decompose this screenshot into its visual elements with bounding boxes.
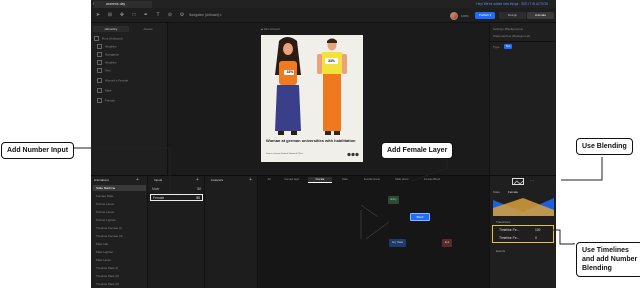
graph-node-any-state[interactable]: Any State — [389, 239, 406, 247]
animation-item[interactable]: Timeline Male (II) — [93, 281, 146, 287]
inspector-panel: Settings (Background) Statemachine (Back… — [489, 23, 556, 175]
callout-use-blending: Use Blending — [576, 138, 633, 155]
animation-item[interactable]: Timeline Male (II) — [93, 273, 146, 279]
state-machine-graph[interactable]: All Female layer Female Male Female Hove… — [258, 176, 489, 288]
listeners-header: Listeners — [211, 178, 224, 182]
blend-inspector-panel: ⋯ State Female Transitions Timeline Fe..… — [489, 176, 556, 288]
animation-item[interactable]: Pointer Lighten — [93, 217, 146, 223]
inputs-panel: Inputs + Male 50 Female 50 — [148, 176, 205, 288]
input-name: Female — [153, 196, 165, 200]
inputs-header: Inputs — [154, 178, 163, 182]
state-value[interactable]: Female — [508, 190, 518, 194]
transitions-label: Transitions — [496, 220, 511, 224]
callout-add-number-input: Add Number Input — [1, 142, 75, 159]
move-tool-icon[interactable]: ✥ — [119, 12, 125, 18]
animation-item[interactable]: Timeline Male (I) — [93, 265, 146, 271]
zoom-level[interactable]: 100% — [461, 14, 469, 18]
add-input-icon[interactable]: + — [196, 177, 199, 183]
hierarchy-panel: Hierarchy Assets Root (Artboard) Headlin… — [91, 23, 168, 175]
select-tool-icon[interactable]: ➤ — [95, 12, 101, 18]
add-animation-icon[interactable]: + — [136, 177, 139, 183]
tree-item[interactable]: Women's Female — [97, 78, 128, 83]
animations-panel: Animations + State Machine Female Male P… — [91, 176, 148, 288]
animation-item[interactable]: Male Hover — [93, 257, 146, 263]
animation-item[interactable]: Male Lighten — [93, 249, 146, 255]
timeline-row[interactable]: Timeline Fe... 0 — [495, 235, 553, 241]
animation-item[interactable]: Timeline Female (I) — [93, 225, 146, 231]
bone-tool-icon[interactable]: ⊘ — [167, 12, 173, 18]
tree-item[interactable]: Headline — [97, 44, 117, 49]
artboard-selector[interactable]: Navigation (Artboard) ▾ — [189, 13, 222, 17]
frame-tool-icon[interactable]: ⊞ — [107, 12, 113, 18]
divider — [490, 41, 556, 42]
listeners-panel: Listeners + — [205, 176, 258, 288]
blend-curve — [493, 198, 554, 216]
pen-tool-icon[interactable]: ✒ — [143, 12, 149, 18]
graph-node-exit[interactable]: Exit — [442, 239, 452, 247]
timeline-name: Timeline Fe... — [499, 228, 520, 232]
input-row[interactable]: Male 50 — [150, 186, 203, 192]
graph-edges — [360, 204, 390, 240]
artboard[interactable]: 33% 33% Woman at german universities wit… — [261, 35, 363, 162]
callout-add-female-layer: Add Female Layer — [381, 142, 454, 159]
timeline-name: Timeline Fe... — [499, 236, 520, 240]
type-badge[interactable]: Text — [504, 44, 512, 49]
animations-header: Animations — [94, 178, 109, 182]
inspector-row[interactable]: Type — [493, 45, 500, 49]
timeline-value[interactable]: 0 — [535, 236, 537, 240]
tab-animate[interactable]: Animate — [527, 12, 554, 19]
events-label: Events — [496, 249, 506, 253]
add-listener-icon[interactable]: + — [249, 177, 252, 183]
tab-design[interactable]: Design — [499, 12, 526, 19]
animation-item[interactable]: Pointer Hover — [93, 209, 146, 215]
callout-use-timelines: Use Timelines and add Number Blending — [576, 242, 640, 277]
tree-item[interactable]: Female — [97, 98, 115, 103]
state-label: State — [493, 190, 501, 194]
input-value[interactable]: 50 — [196, 196, 200, 200]
artboard-credit: Source: German Federal Statistical Offic… — [266, 153, 303, 155]
tree-item[interactable]: Navigation — [97, 52, 119, 57]
tree-item[interactable]: Headline — [97, 60, 117, 65]
inspector-row[interactable]: Settings (Background) — [493, 27, 523, 31]
animation-item[interactable]: Pointer Hover — [93, 201, 146, 207]
tab-assets[interactable]: Assets — [130, 26, 166, 32]
title-bar: ≡ womens day Hey! We've added new things… — [91, 0, 556, 8]
bottom-dock: Animations + State Machine Female Male P… — [91, 175, 556, 288]
tree-item[interactable]: Male — [97, 88, 112, 93]
tab-hierarchy[interactable]: Hierarchy — [93, 26, 129, 32]
text-tool-icon[interactable]: T — [155, 12, 161, 18]
input-name: Male — [152, 187, 160, 191]
settings-icon[interactable]: ⚙ — [179, 12, 185, 18]
timeline-value[interactable]: 100 — [535, 228, 541, 232]
blend-toggle-icon[interactable] — [512, 178, 524, 185]
avatar[interactable] — [450, 12, 458, 20]
toolbar: ➤ ⊞ ✥ □ ✒ T ⊘ ⚙ Navigation (Artboard) ▾ … — [91, 8, 556, 23]
document-tab[interactable]: womens day — [94, 1, 152, 8]
more-icon[interactable]: ⋯ — [530, 178, 534, 183]
publish-button[interactable]: Publish ▾ — [475, 12, 495, 19]
inspector-row[interactable]: Statemachine (Background) — [493, 34, 530, 38]
whats-new-link[interactable]: Hey! We've added new things · SEE IT IN … — [476, 1, 548, 7]
graph-node-entry[interactable]: Entry — [388, 196, 399, 204]
artboard-label: ◆ Main Artboard — [261, 28, 280, 31]
rive-editor-window: ≡ womens day Hey! We've added new things… — [91, 0, 556, 288]
tree-item[interactable]: Text — [97, 68, 111, 73]
animation-item[interactable]: Timeline Female (II) — [93, 233, 146, 239]
animation-item[interactable]: Male Idle — [93, 241, 146, 247]
share-icons — [347, 152, 359, 157]
shape-tool-icon[interactable]: □ — [131, 12, 137, 18]
animation-item-selected[interactable]: State Machine — [93, 185, 146, 191]
timeline-row[interactable]: Timeline Fe... 100 — [495, 227, 553, 233]
badge-male-percent: 33% — [328, 59, 335, 63]
input-row-selected[interactable]: Female 50 — [150, 194, 203, 201]
animation-item[interactable]: Female Male — [93, 193, 146, 199]
women-illustration — [275, 37, 347, 135]
tree-item[interactable]: Root (Artboard) — [94, 36, 123, 41]
graph-node-blend[interactable]: Blend — [410, 213, 430, 221]
input-value[interactable]: 50 — [197, 187, 201, 191]
artboard-headline: Woman at german universities with habili… — [266, 138, 356, 143]
badge-female-percent: 33% — [286, 70, 294, 74]
